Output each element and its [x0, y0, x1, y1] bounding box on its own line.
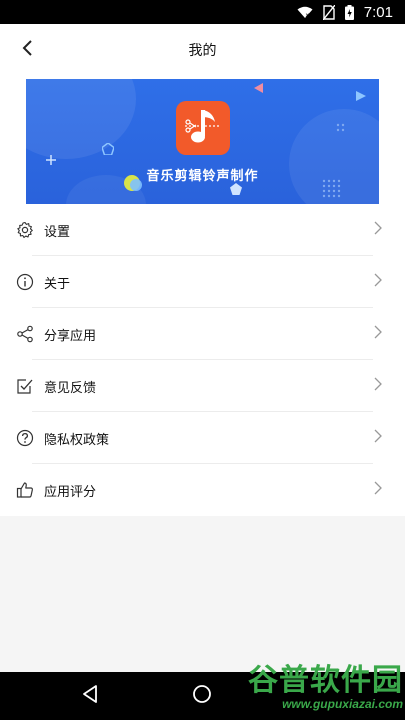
- nav-home-button[interactable]: [190, 684, 214, 708]
- wifi-icon: x: [297, 6, 313, 19]
- menu-item-share[interactable]: 分享应用: [0, 308, 405, 360]
- menu-item-privacy-policy[interactable]: 隐私权政策: [0, 412, 405, 464]
- menu-item-label: 隐私权政策: [44, 432, 110, 448]
- nav-back-button[interactable]: [78, 684, 102, 708]
- chevron-right-icon: [373, 480, 383, 496]
- menu-item-label: 设置: [44, 224, 71, 240]
- menu-item-label: 关于: [44, 276, 71, 292]
- home-circle-icon: [192, 684, 212, 708]
- banner-section: 音乐剪辑铃声制作: [0, 76, 405, 205]
- status-bar: x 7:01: [0, 0, 405, 24]
- music-note-scissors-icon: [181, 104, 225, 152]
- chevron-right-icon: [373, 272, 383, 288]
- no-sim-icon: [322, 4, 335, 20]
- menu-item-about[interactable]: 关于: [0, 256, 405, 308]
- chevron-left-icon: [21, 39, 33, 61]
- menu-item-settings[interactable]: 设置: [0, 204, 405, 256]
- watermark: 谷普软件园 www.gupuxiazai.com: [213, 660, 403, 716]
- banner-decoration: [26, 79, 136, 159]
- pentagon-decoration: [230, 183, 242, 195]
- page-title: 我的: [188, 43, 217, 59]
- chevron-right-icon: [373, 220, 383, 236]
- gear-icon: [16, 221, 34, 239]
- chevron-right-icon: [373, 324, 383, 340]
- chevron-right-icon: [373, 376, 383, 392]
- question-icon: [16, 429, 34, 447]
- svg-text:x: x: [305, 12, 309, 19]
- triangle-decoration: [356, 91, 366, 101]
- status-time: 7:01: [363, 3, 393, 21]
- settings-menu: 设置 关于 分享应用 意见反馈 隐私权政策 应用评分: [0, 204, 405, 516]
- chevron-right-icon: [373, 428, 383, 444]
- menu-item-label: 应用评分: [44, 484, 97, 500]
- menu-item-label: 意见反馈: [44, 380, 97, 396]
- thumbs-up-icon: [16, 481, 34, 499]
- app-bar: 我的: [0, 24, 405, 76]
- watermark-url: www.gupuxiazai.com: [282, 697, 403, 711]
- menu-item-label: 分享应用: [44, 328, 97, 344]
- dots-decoration: [336, 123, 345, 132]
- app-logo: [176, 101, 230, 155]
- triangle-decoration: [254, 83, 263, 93]
- app-banner: 音乐剪辑铃声制作: [26, 79, 379, 205]
- watermark-name: 谷普软件园: [248, 663, 403, 698]
- menu-item-rate-app[interactable]: 应用评分: [0, 464, 405, 516]
- banner-app-name: 音乐剪辑铃声制作: [146, 169, 259, 184]
- back-button[interactable]: [14, 37, 40, 63]
- info-icon: [16, 273, 34, 291]
- feedback-icon: [16, 377, 34, 395]
- plus-decoration: [46, 155, 56, 165]
- pentagon-decoration: [102, 143, 114, 155]
- share-icon: [16, 325, 34, 343]
- menu-item-feedback[interactable]: 意见反馈: [0, 360, 405, 412]
- back-triangle-icon: [81, 684, 99, 708]
- battery-charging-icon: [344, 4, 354, 20]
